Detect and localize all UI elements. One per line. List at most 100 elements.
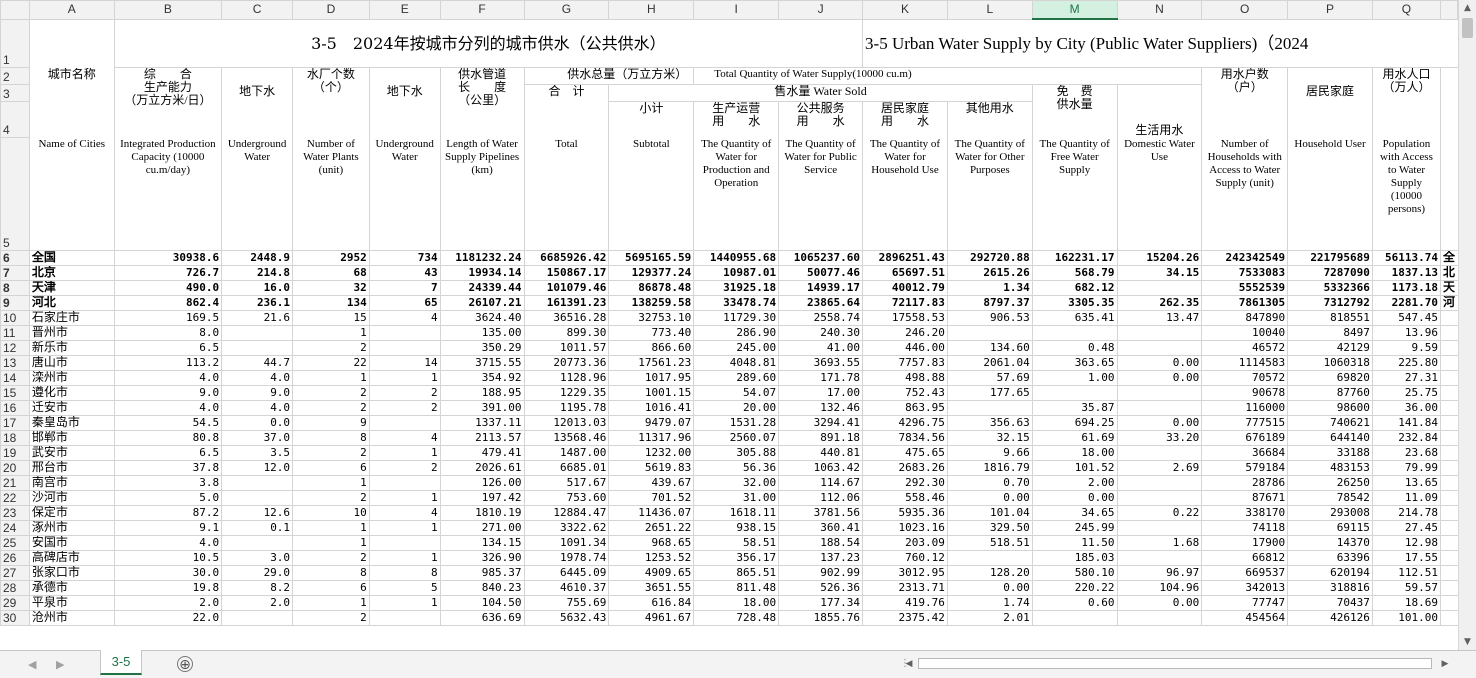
cell-q[interactable]: 101.00	[1371, 609, 1441, 626]
cell-c[interactable]: 4.0	[221, 399, 294, 416]
cell-d[interactable]: 2	[292, 444, 370, 461]
cell-b[interactable]: 10.5	[113, 549, 223, 566]
cell-b[interactable]: 19.8	[113, 579, 223, 596]
cell-f[interactable]: 350.29	[439, 339, 525, 356]
cell-d[interactable]: 2	[292, 489, 370, 506]
row-number[interactable]: 25	[0, 534, 30, 551]
header-city-name[interactable]: 城市名称	[28, 66, 115, 137]
cell-l[interactable]: 0.70	[946, 474, 1033, 491]
cell-l[interactable]: 0.00	[946, 579, 1033, 596]
city-name-cell[interactable]: 石家庄市	[28, 309, 115, 326]
cell-o[interactable]: 579184	[1201, 459, 1289, 476]
cell-q[interactable]: 547.45	[1371, 309, 1441, 326]
row-number[interactable]: 5	[0, 136, 30, 251]
cell-i[interactable]: 58.51	[693, 534, 780, 551]
cell-b[interactable]: 37.8	[113, 459, 223, 476]
cell-n[interactable]	[1116, 384, 1203, 401]
header-sold[interactable]: 售水量 Water Sold	[608, 83, 1033, 102]
cell-q[interactable]: 2281.70	[1371, 294, 1441, 311]
cell-k[interactable]: 40012.79	[862, 279, 948, 296]
header-en-population[interactable]: Population with Access to Water Supply (…	[1371, 137, 1441, 251]
cell-j[interactable]: 891.18	[778, 429, 864, 446]
cell-b[interactable]: 2.0	[113, 594, 223, 611]
header-household[interactable]: 居民家庭 用 水	[862, 100, 948, 137]
cell-j[interactable]: 3294.41	[778, 414, 864, 431]
cell-m[interactable]: 580.10	[1031, 564, 1118, 581]
cell-h[interactable]: 138259.58	[608, 294, 695, 311]
cell-c[interactable]	[221, 474, 294, 491]
cell-l[interactable]: 518.51	[946, 534, 1033, 551]
row-number[interactable]: 20	[0, 459, 30, 476]
header-groundwater[interactable]: 地下水	[221, 84, 294, 137]
cell-n[interactable]	[1116, 489, 1203, 506]
cell-o[interactable]: 5552539	[1201, 279, 1289, 296]
cell-n[interactable]	[1116, 339, 1203, 356]
cell-b[interactable]: 9.0	[113, 384, 223, 401]
cell-q[interactable]: 1173.18	[1371, 279, 1441, 296]
cell-l[interactable]: 32.15	[946, 429, 1033, 446]
cell-e[interactable]: 734	[368, 249, 441, 266]
cell-q[interactable]: 232.84	[1371, 429, 1441, 446]
cell-o[interactable]: 7533083	[1201, 264, 1289, 281]
cell-d[interactable]: 15	[292, 309, 370, 326]
cell-p[interactable]: 42129	[1287, 339, 1373, 356]
cell-n[interactable]	[1116, 324, 1203, 341]
cell-b[interactable]: 6.5	[113, 444, 223, 461]
cell-d[interactable]: 6	[292, 579, 370, 596]
column-header-h[interactable]: H	[608, 0, 695, 20]
city-name-cell[interactable]: 涿州市	[28, 519, 115, 536]
header-total-supply-cn[interactable]: 供水总量（万立方米）	[523, 66, 695, 85]
cell-overflow[interactable]	[1439, 609, 1458, 626]
cell-c[interactable]	[221, 534, 294, 551]
cell-j[interactable]: 1065237.60	[778, 249, 864, 266]
cell-j[interactable]: 3693.55	[778, 354, 864, 371]
prev-sheet-icon[interactable]: ◀	[28, 658, 36, 671]
cell-d[interactable]: 2	[292, 549, 370, 566]
cell-j[interactable]: 23865.64	[778, 294, 864, 311]
cell-e[interactable]	[368, 474, 441, 491]
cell-l[interactable]: 356.63	[946, 414, 1033, 431]
cell-i[interactable]: 56.36	[693, 459, 780, 476]
row-number[interactable]: 19	[0, 444, 30, 461]
cell-l[interactable]: 101.04	[946, 504, 1033, 521]
cell-q[interactable]: 79.99	[1371, 459, 1441, 476]
cell-b[interactable]: 490.0	[113, 279, 223, 296]
cell[interactable]	[1439, 101, 1458, 137]
cell-k[interactable]: 3012.95	[862, 564, 948, 581]
cell-j[interactable]: 526.36	[778, 579, 864, 596]
cell-i[interactable]: 1531.28	[693, 414, 780, 431]
city-name-cell[interactable]: 邢台市	[28, 459, 115, 476]
cell-p[interactable]: 7287090	[1287, 264, 1373, 281]
cell-overflow[interactable]	[1439, 384, 1458, 401]
cell-k[interactable]: 446.00	[862, 339, 948, 356]
cell-f[interactable]: 188.95	[439, 384, 525, 401]
cell-q[interactable]: 27.45	[1371, 519, 1441, 536]
spreadsheet-grid[interactable]: ABCDEFGHIJKLMNOPQ 1 3-5 2024年按城市分列的城市供水（…	[0, 0, 1458, 650]
cell-j[interactable]: 360.41	[778, 519, 864, 536]
cell-n[interactable]: 262.35	[1116, 294, 1203, 311]
cell-q[interactable]: 9.59	[1371, 339, 1441, 356]
row-number[interactable]: 8	[0, 279, 30, 296]
cell-h[interactable]: 5695165.59	[608, 249, 695, 266]
cell-l[interactable]: 0.00	[946, 489, 1033, 506]
cell-k[interactable]: 7757.83	[862, 354, 948, 371]
row-number[interactable]: 13	[0, 354, 30, 371]
cell-h[interactable]: 3651.55	[608, 579, 695, 596]
city-name-cell[interactable]: 安国市	[28, 534, 115, 551]
cell-d[interactable]: 9	[292, 414, 370, 431]
cell-o[interactable]: 17900	[1201, 534, 1289, 551]
cell-b[interactable]: 113.2	[113, 354, 223, 371]
cell-e[interactable]: 2	[368, 399, 441, 416]
city-name-cell[interactable]: 北京	[28, 264, 115, 281]
scroll-down-arrow-icon[interactable]: ▼	[1459, 634, 1476, 650]
row-number[interactable]: 26	[0, 549, 30, 566]
cell-d[interactable]: 8	[292, 564, 370, 581]
cell-p[interactable]: 740621	[1287, 414, 1373, 431]
city-name-cell[interactable]: 天津	[28, 279, 115, 296]
cell-k[interactable]: 419.76	[862, 594, 948, 611]
row-number[interactable]: 3	[0, 83, 30, 102]
column-header-n[interactable]: N	[1116, 0, 1203, 20]
cell-g[interactable]: 4610.37	[523, 579, 610, 596]
cell-j[interactable]: 240.30	[778, 324, 864, 341]
cell-m[interactable]: 694.25	[1031, 414, 1118, 431]
